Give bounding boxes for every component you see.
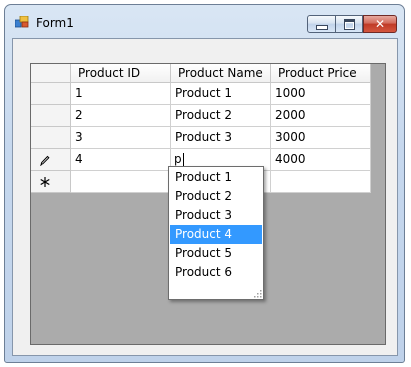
cell-product-name[interactable]: Product 3 [171,127,271,149]
product-name-dropdown-list[interactable]: Product 1 Product 2 Product 3 Product 4 … [168,166,264,300]
minimize-icon [315,24,328,30]
select-all-corner[interactable] [31,64,71,83]
cell-product-id[interactable]: 3 [71,127,171,149]
dropdown-option-highlighted[interactable]: Product 4 [170,225,262,244]
text-caret [182,152,184,167]
table-row: 2 Product 2 2000 [31,105,371,127]
cell-product-price[interactable]: 2000 [271,105,371,127]
cell-product-name[interactable]: Product 2 [171,105,271,127]
pencil-icon [40,155,50,166]
row-header[interactable] [31,105,71,127]
cell-product-id[interactable]: 2 [71,105,171,127]
row-header[interactable] [31,149,71,171]
maximize-icon [343,18,355,30]
row-header[interactable] [31,83,71,105]
cell-product-name[interactable]: Product 1 [171,83,271,105]
cell-product-id[interactable]: 1 [71,83,171,105]
table-row: 3 Product 3 3000 [31,127,371,149]
column-header-product-name[interactable]: Product Name [171,64,271,83]
dropdown-option[interactable]: Product 1 [170,168,262,187]
dropdown-option[interactable]: Product 6 [170,263,262,282]
minimize-button[interactable] [307,15,336,33]
cell-product-id[interactable] [71,171,171,193]
maximize-button[interactable] [336,15,363,33]
column-header-product-id[interactable]: Product ID [71,64,171,83]
app-icon [15,16,29,28]
editor-text: p [174,152,182,166]
asterisk-icon [40,177,50,187]
column-header-row: Product ID Product Name Product Price [31,64,371,83]
dropdown-option[interactable]: Product 5 [170,244,262,263]
table-row: 1 Product 1 1000 [31,83,371,105]
title-bar[interactable]: Form1 ✕ [5,5,404,35]
cell-product-price[interactable]: 4000 [271,149,371,171]
cell-product-price[interactable]: 1000 [271,83,371,105]
column-header-product-price[interactable]: Product Price [271,64,371,83]
row-header[interactable] [31,171,71,193]
dropdown-option[interactable]: Product 3 [170,206,262,225]
close-button[interactable]: ✕ [363,15,397,33]
dropdown-option[interactable]: Product 2 [170,187,262,206]
cell-product-price[interactable] [271,171,371,193]
cell-product-price[interactable]: 3000 [271,127,371,149]
close-icon: ✕ [374,17,386,31]
row-header[interactable] [31,127,71,149]
cell-product-id[interactable]: 4 [71,149,171,171]
window-title: Form1 [36,16,74,30]
resize-grip-icon[interactable] [252,288,262,298]
